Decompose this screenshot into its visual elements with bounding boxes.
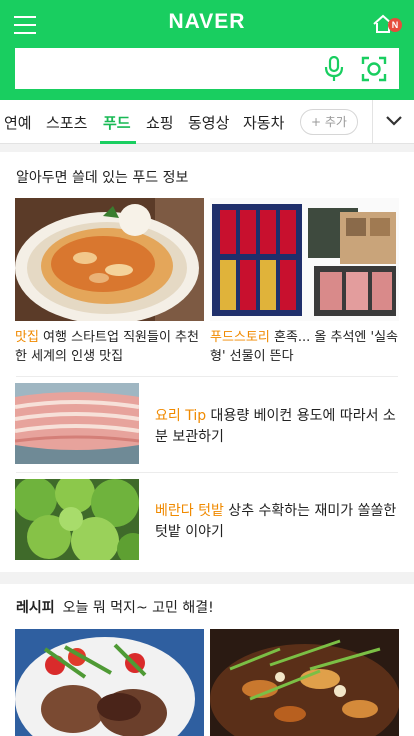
search-input[interactable]	[15, 48, 315, 89]
hamburg-steak-photo[interactable]	[15, 629, 204, 736]
active-tab-indicator	[100, 141, 136, 144]
featured-item-text[interactable]: 푸드스토리 혼족... 올 추석엔 '실속형' 선물이 뜬다	[210, 328, 400, 366]
headline: 여행 스타트업 직원들이 추천한 세계의 인생 맛집	[15, 330, 199, 364]
featured-item-text[interactable]: 맛집 여행 스타트업 직원들이 추천한 세계의 인생 맛집	[15, 328, 205, 366]
category-label: 푸드스토리	[210, 330, 270, 345]
tab-shopping[interactable]: 쇼핑	[146, 112, 174, 133]
lettuce-photo[interactable]	[15, 479, 139, 560]
chevron-down-icon	[386, 116, 402, 126]
pizza-image	[15, 198, 204, 321]
gift-set-photo[interactable]	[210, 198, 399, 321]
gift-set-image	[210, 198, 399, 321]
recipe-section: 레시피 오늘 뭐 먹지~ 고민 해결!	[0, 584, 414, 736]
recipe-title: 오늘 뭐 먹지~ 고민 해결!	[62, 600, 214, 616]
category-label: 베란다 텃밭	[155, 503, 224, 519]
lens-icon	[361, 56, 387, 82]
voice-search-button[interactable]	[322, 55, 346, 82]
category-label: 요리 Tip	[155, 408, 207, 424]
stir-fry-photo[interactable]	[210, 629, 399, 736]
divider	[16, 472, 398, 473]
recipe-label: 레시피	[16, 600, 55, 616]
bacon-photo[interactable]	[15, 383, 139, 464]
notification-badge: N	[388, 18, 402, 32]
tab-entertainment[interactable]: 연예	[4, 112, 32, 133]
tab-video[interactable]: 동영상	[188, 112, 229, 133]
list-item-text[interactable]: 요리 Tip 대용량 베이컨 용도에 따라서 소분 보관하기	[155, 406, 399, 448]
food-info-section: 알아두면 쓸데 있는 푸드 정보 맛집 여행 스타트업 직원들이 추천한 세계의…	[0, 152, 414, 572]
list-item-text[interactable]: 베란다 텃밭 상추 수확하는 재미가 쏠쏠한 텃밭 이야기	[155, 501, 399, 543]
header: NAVER N	[0, 0, 414, 100]
divider	[372, 100, 373, 144]
naver-logo[interactable]: NAVER	[0, 10, 414, 34]
tab-food[interactable]: 푸드	[103, 112, 131, 133]
search-box	[15, 48, 399, 89]
category-label: 맛집	[15, 330, 39, 345]
pizza-photo[interactable]	[15, 198, 204, 321]
microphone-icon	[324, 55, 344, 81]
home-button[interactable]: N	[372, 12, 402, 36]
section-title: 알아두면 쓸데 있는 푸드 정보	[16, 170, 189, 186]
divider	[16, 376, 398, 377]
image-search-button[interactable]	[361, 56, 387, 82]
stir-fry-image	[210, 629, 399, 736]
expand-tabs-button[interactable]	[384, 113, 404, 129]
tab-cars[interactable]: 자동차	[243, 112, 284, 133]
bacon-image	[15, 383, 139, 464]
section-title: 레시피 오늘 뭐 먹지~ 고민 해결!	[16, 597, 214, 617]
add-tab-button[interactable]: + 추가	[300, 109, 358, 135]
tab-sports[interactable]: 스포츠	[46, 112, 87, 133]
category-tabs: 연예 스포츠 푸드 쇼핑 동영상 자동차 + 추가	[0, 100, 414, 144]
hamburg-steak-image	[15, 629, 204, 736]
lettuce-image	[15, 479, 139, 560]
